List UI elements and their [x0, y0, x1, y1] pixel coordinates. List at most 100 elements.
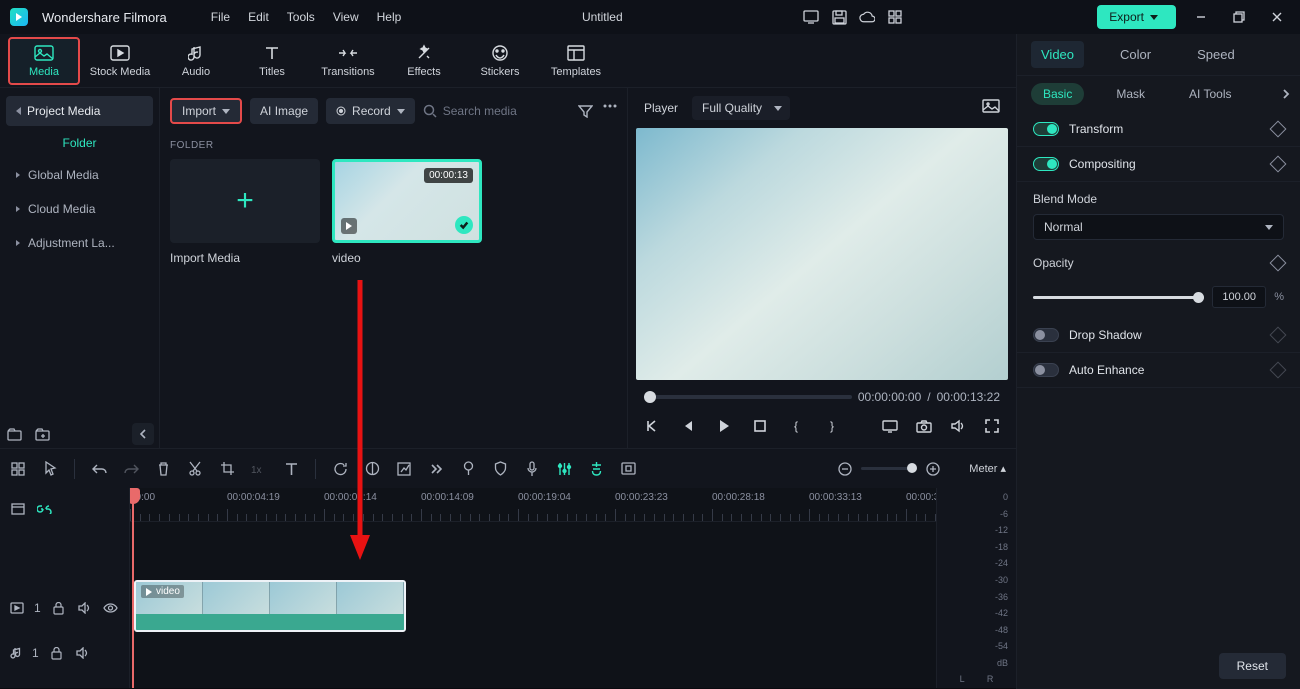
sidebar-project-media[interactable]: Project Media	[6, 96, 153, 126]
zoom-in-icon[interactable]	[925, 461, 941, 477]
inspector-tab-speed[interactable]: Speed	[1187, 41, 1245, 68]
sidebar-cloud-media[interactable]: Cloud Media	[6, 194, 153, 224]
cut-icon[interactable]	[187, 461, 203, 477]
snapshot-icon[interactable]	[982, 99, 1000, 117]
delete-icon[interactable]	[155, 461, 171, 477]
timeline-clip[interactable]: video	[134, 580, 406, 632]
inspector-sub-ai[interactable]: AI Tools	[1177, 83, 1243, 105]
timeline-ruler[interactable]: 00:0000:00:04:1900:00:09:1400:00:14:0900…	[130, 488, 936, 522]
window-close-icon[interactable]	[1264, 4, 1290, 30]
tab-stock-media[interactable]: Stock Media	[84, 37, 156, 85]
marker-icon[interactable]	[460, 461, 476, 477]
collapse-sidebar-icon[interactable]	[132, 423, 154, 445]
window-minimize-icon[interactable]	[1188, 4, 1214, 30]
filter-icon[interactable]	[578, 104, 593, 118]
rotate-icon[interactable]	[332, 461, 348, 477]
window-maximize-icon[interactable]	[1226, 4, 1252, 30]
keyframe-icon[interactable]	[1270, 255, 1287, 272]
speed-icon[interactable]: 1x	[251, 461, 267, 477]
media-search[interactable]: Search media	[423, 104, 570, 118]
track-visible-icon[interactable]	[103, 600, 119, 616]
reset-button[interactable]: Reset	[1219, 653, 1286, 679]
section-auto-enhance[interactable]: Auto Enhance	[1017, 353, 1300, 388]
keyframe-icon[interactable]	[1270, 121, 1287, 138]
prev-frame-icon[interactable]	[644, 418, 660, 434]
save-icon[interactable]	[831, 9, 847, 25]
auto-enhance-toggle[interactable]	[1033, 363, 1059, 377]
shield-icon[interactable]	[492, 461, 508, 477]
section-transform[interactable]: Transform	[1017, 112, 1300, 147]
sidebar-adjustment-layer[interactable]: Adjustment La...	[6, 228, 153, 258]
menu-file[interactable]: File	[211, 10, 230, 24]
section-drop-shadow[interactable]: Drop Shadow	[1017, 318, 1300, 353]
display-icon[interactable]	[803, 9, 819, 25]
step-back-icon[interactable]	[680, 418, 696, 434]
display-settings-icon[interactable]	[882, 418, 898, 434]
more-icon[interactable]	[603, 104, 617, 118]
menu-view[interactable]: View	[333, 10, 359, 24]
tab-titles[interactable]: Titles	[236, 37, 308, 85]
track-lock-icon[interactable]	[49, 645, 65, 661]
redo-icon[interactable]	[123, 461, 139, 477]
tab-effects[interactable]: Effects	[388, 37, 460, 85]
sidebar-folder[interactable]: Folder	[6, 130, 153, 156]
inspector-more-icon[interactable]	[1282, 88, 1290, 100]
mark-out-icon[interactable]: }	[824, 418, 840, 434]
undo-icon[interactable]	[91, 461, 107, 477]
cloud-icon[interactable]	[859, 9, 875, 25]
menu-tools[interactable]: Tools	[287, 10, 315, 24]
camera-icon[interactable]	[916, 418, 932, 434]
export-button[interactable]: Export	[1097, 5, 1176, 29]
mic-icon[interactable]	[524, 461, 540, 477]
apps-icon[interactable]	[887, 9, 903, 25]
new-bin-icon[interactable]	[34, 426, 50, 442]
sidebar-global-media[interactable]: Global Media	[6, 160, 153, 190]
keyframe-icon[interactable]	[1270, 156, 1287, 173]
track-lock-icon[interactable]	[51, 600, 67, 616]
media-clip-tile[interactable]: 00:00:13 video	[332, 159, 482, 265]
mark-in-icon[interactable]: {	[788, 418, 804, 434]
link-icon[interactable]	[36, 501, 52, 517]
inspector-tab-color[interactable]: Color	[1110, 41, 1161, 68]
play-icon[interactable]	[716, 418, 732, 434]
playback-quality-dropdown[interactable]: Full Quality	[692, 96, 790, 120]
keyframe-icon[interactable]	[1270, 362, 1287, 379]
import-media-tile[interactable]: + Import Media	[170, 159, 320, 265]
track-mute-icon[interactable]	[75, 645, 91, 661]
timeline-options-icon[interactable]	[10, 501, 26, 517]
tab-stickers[interactable]: Stickers	[464, 37, 536, 85]
crop-icon[interactable]	[219, 461, 235, 477]
timeline-canvas[interactable]: 00:0000:00:04:1900:00:09:1400:00:14:0900…	[130, 488, 936, 688]
playhead[interactable]	[132, 488, 134, 688]
adjust-icon[interactable]	[396, 461, 412, 477]
inspector-sub-basic[interactable]: Basic	[1031, 83, 1084, 105]
tab-transitions[interactable]: Transitions	[312, 37, 384, 85]
compositing-toggle[interactable]	[1033, 157, 1059, 171]
player-viewport[interactable]	[636, 128, 1008, 380]
opacity-value[interactable]: 100.00	[1212, 286, 1266, 308]
opacity-slider[interactable]	[1033, 296, 1204, 299]
inspector-sub-mask[interactable]: Mask	[1104, 83, 1157, 105]
color-icon[interactable]	[364, 461, 380, 477]
blend-mode-select[interactable]: Normal	[1033, 214, 1284, 240]
keyframe-panel-icon[interactable]	[620, 461, 636, 477]
transform-toggle[interactable]	[1033, 122, 1059, 136]
stop-icon[interactable]	[752, 418, 768, 434]
record-button[interactable]: Record	[326, 98, 415, 124]
magnet-icon[interactable]	[588, 461, 604, 477]
zoom-slider[interactable]	[861, 467, 917, 470]
layout-icon[interactable]	[10, 461, 26, 477]
import-button[interactable]: Import	[170, 98, 242, 124]
volume-icon[interactable]	[950, 418, 966, 434]
section-compositing[interactable]: Compositing	[1017, 147, 1300, 182]
tab-templates[interactable]: Templates	[540, 37, 612, 85]
zoom-out-icon[interactable]	[837, 461, 853, 477]
menu-help[interactable]: Help	[377, 10, 402, 24]
ai-image-button[interactable]: AI Image	[250, 98, 318, 124]
menu-edit[interactable]: Edit	[248, 10, 269, 24]
track-mute-icon[interactable]	[77, 600, 93, 616]
tab-audio[interactable]: Audio	[160, 37, 232, 85]
player-progress[interactable]	[644, 395, 852, 399]
drop-shadow-toggle[interactable]	[1033, 328, 1059, 342]
mixer-icon[interactable]	[556, 461, 572, 477]
